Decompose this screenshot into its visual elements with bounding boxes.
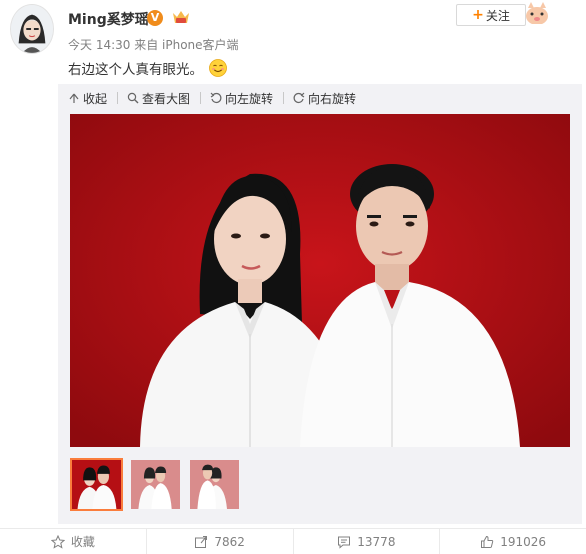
collapse-label: 收起 [83,91,108,106]
post-text: 右边这个人真有眼光。 [68,58,227,78]
toolbar-divider [117,92,119,104]
thumbnail-2[interactable] [129,458,182,511]
follow-button-label: 关注 [485,8,510,23]
rotate-right-button[interactable]: 向右旋转 [293,90,356,107]
favorite-label: 收藏 [70,535,95,549]
vip-badge-icon[interactable] [171,9,191,27]
toolbar-divider [200,92,202,104]
weibo-post: Ming奚梦瑶 V + 关注 今天 14:30 来自 iPhone客户端 右边这… [0,0,586,554]
collapse-button[interactable]: 收起 [68,90,107,107]
like-icon [481,535,494,548]
username[interactable]: Ming奚梦瑶 [68,9,149,29]
view-large-button[interactable]: 查看大图 [127,90,190,107]
repost-button[interactable]: 7862 [147,529,294,554]
favorite-button[interactable]: 收藏 [0,529,147,554]
mascot-icon [526,2,548,24]
thumbnail-strip [70,458,241,511]
comment-button[interactable]: 13778 [294,529,441,554]
rotate-left-button[interactable]: 向左旋转 [210,90,273,107]
post-text-content: 右边这个人真有眼光。 [68,62,203,78]
rotate-right-icon [293,92,305,103]
like-count: 191026 [500,534,547,549]
main-photo[interactable] [70,114,570,447]
view-large-label: 查看大图 [142,91,191,106]
rotate-left-label: 向左旋转 [225,91,274,106]
like-button[interactable]: 191026 [440,529,586,554]
repost-count: 7862 [214,534,245,549]
verified-badge-icon: V [147,10,163,26]
smiley-emoji-icon [209,59,227,77]
thumbnail-3[interactable] [188,458,241,511]
follow-button[interactable]: + 关注 [456,4,526,26]
post-footer: 收藏 7862 13778 191026 [0,528,586,554]
rotate-right-label: 向右旋转 [308,91,357,106]
plus-icon: + [472,7,484,23]
comment-count: 13778 [357,534,396,549]
avatar[interactable] [10,4,54,54]
toolbar-divider [283,92,285,104]
star-icon [50,534,65,549]
magnify-icon [127,92,139,104]
rotate-left-icon [210,92,222,103]
collapse-icon [69,93,79,103]
couple-photo [70,114,570,447]
post-meta: 今天 14:30 来自 iPhone客户端 [68,38,239,52]
repost-icon [195,535,208,548]
thumbnail-1[interactable] [70,458,123,511]
comment-icon [338,536,351,549]
media-toolbar: 收起 查看大图 向左旋转 向右旋转 [68,90,366,106]
